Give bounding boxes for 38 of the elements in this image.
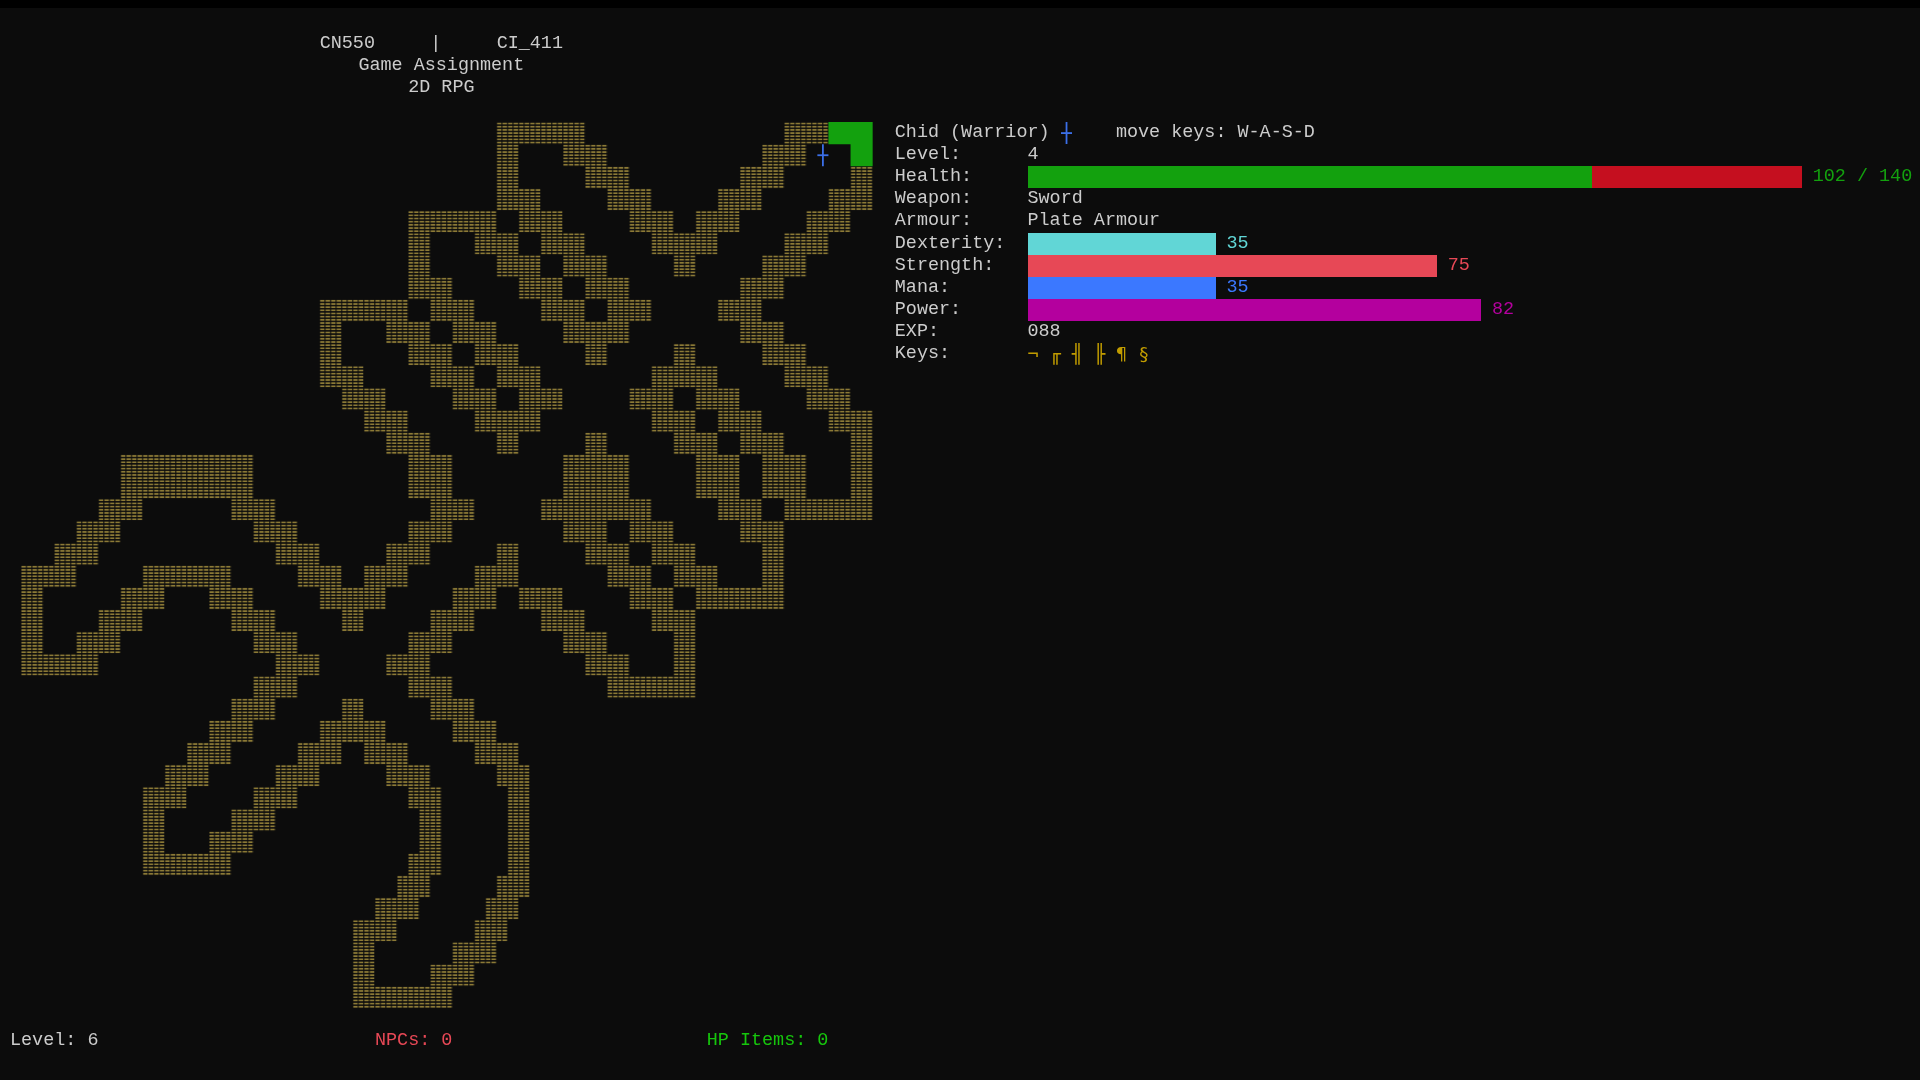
stat-label: Strength: — [894, 254, 995, 277]
key-symbol: § — [1138, 343, 1150, 366]
stat-reading: 35 — [1226, 276, 1249, 300]
controls-hint: move keys: W-A-S-D — [1115, 121, 1315, 144]
stat-reading: 35 — [1226, 232, 1249, 255]
key-symbol: ╓ — [1049, 343, 1061, 366]
stat-label: Dexterity: — [894, 232, 1006, 255]
stat-value: Plate Armour — [1027, 210, 1161, 233]
stat-label: Keys: — [894, 343, 951, 366]
stat-label: Mana: — [894, 276, 951, 300]
key-symbol: ¶ — [1116, 343, 1128, 366]
course-code: CN550 — [319, 33, 375, 56]
health-reading: 102 / 140 — [1812, 166, 1913, 189]
cross-icon — [816, 143, 830, 167]
key-symbol: ¬ — [1027, 343, 1039, 366]
stat-value: 4 — [1027, 143, 1039, 167]
stat-label: Weapon: — [894, 188, 973, 211]
status-text: NPCs: 0 — [374, 1030, 453, 1053]
course-code: CI_411 — [496, 33, 563, 56]
filled-tile — [828, 121, 873, 167]
stat-value: Sword — [1027, 188, 1083, 211]
key-symbol: ╟ — [1093, 343, 1105, 366]
separator: | — [430, 33, 442, 56]
stat-label: Level: — [894, 143, 962, 167]
player-name: Chid (Warrior) — [894, 121, 1050, 144]
cross-icon — [1060, 121, 1072, 144]
stat-value: 088 — [1027, 321, 1061, 344]
stat-label: Armour: — [894, 210, 973, 233]
status-text: Level: 6 — [10, 1030, 99, 1053]
stat-label: EXP: — [894, 321, 939, 344]
key-symbol: ╢ — [1071, 343, 1083, 366]
status-text: HP Items: 0 — [706, 1030, 829, 1053]
stat-reading: 82 — [1492, 299, 1515, 322]
title: Game Assignment — [358, 55, 525, 78]
subtitle: 2D RPG — [408, 77, 475, 100]
stat-label: Health: — [894, 166, 973, 189]
stat-label: Power: — [894, 299, 962, 322]
stat-reading: 75 — [1447, 254, 1470, 277]
